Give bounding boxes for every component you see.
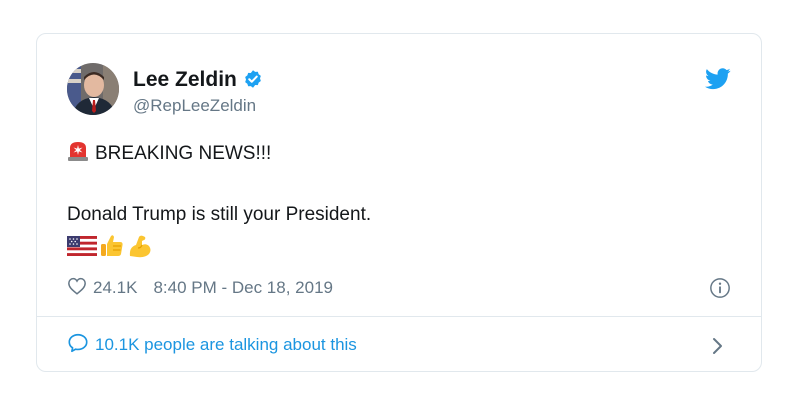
emoji-row	[67, 232, 153, 260]
siren-emoji	[68, 142, 88, 161]
tweet-text-line2: Donald Trump is still your President.	[67, 204, 372, 225]
author-name[interactable]: Lee Zeldin	[133, 67, 263, 93]
like-count[interactable]: 24.1K	[93, 278, 137, 298]
tweet-card[interactable]: Lee Zeldin @RepLeeZeldin BREAKING NEWS!!…	[36, 33, 762, 372]
talking-text: 10.1K people are talking about this	[95, 335, 357, 354]
avatar[interactable]	[67, 63, 119, 115]
tweet-text-line1: BREAKING NEWS!!!	[67, 140, 271, 167]
flexed-biceps-emoji	[129, 235, 151, 258]
divider	[37, 316, 761, 317]
conversation-link[interactable]: 10.1K people are talking about this	[67, 332, 357, 358]
tweet-timestamp[interactable]: 8:40 PM - Dec 18, 2019	[153, 278, 333, 298]
verified-badge-icon	[245, 70, 261, 88]
chevron-right-icon[interactable]	[711, 336, 725, 356]
author-name-text: Lee Zeldin	[133, 68, 237, 91]
breaking-news-text: BREAKING NEWS!!!	[95, 143, 272, 164]
avatar-image	[67, 63, 119, 115]
speech-bubble-icon	[68, 333, 88, 352]
us-flag-emoji	[67, 236, 97, 256]
info-circle-icon[interactable]	[709, 277, 731, 299]
thumbs-up-emoji	[101, 235, 123, 256]
tweet-meta: 24.1K 8:40 PM - Dec 18, 2019	[67, 276, 333, 300]
author-handle[interactable]: @RepLeeZeldin	[133, 95, 256, 117]
heart-outline-icon	[68, 277, 86, 295]
reply-bubble	[67, 332, 89, 359]
twitter-bird-icon[interactable]	[705, 68, 731, 90]
like-button[interactable]	[67, 277, 87, 300]
